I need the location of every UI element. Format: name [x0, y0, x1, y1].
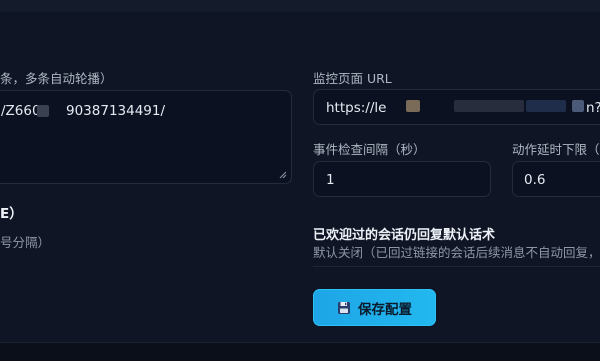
monitor-url-input[interactable]: https://le n?: [313, 89, 600, 125]
action-delay-input[interactable]: 0.6: [512, 161, 600, 197]
masked-text: [526, 100, 566, 112]
urls-textarea[interactable]: /Z6600 90387134491/: [0, 90, 292, 184]
event-interval-label: 事件检查间隔（秒）: [313, 142, 426, 157]
divider: [313, 266, 600, 267]
reply-default-desc: 默认关闭（已回过链接的会话后续消息不自动回复，: [313, 245, 600, 260]
masked-text: [406, 100, 420, 112]
masked-text: [454, 100, 524, 112]
urls-label: 条，多条自动轮播）: [0, 71, 113, 86]
event-interval-value: 1: [326, 172, 335, 188]
resize-grip-icon[interactable]: [279, 171, 287, 179]
reply-default-title: 已欢迎过的会话仍回复默认话术: [313, 228, 496, 243]
action-delay-label: 动作延时下限（: [512, 142, 600, 157]
event-interval-input[interactable]: 1: [313, 161, 491, 197]
save-config-label: 保存配置: [358, 301, 412, 318]
monitor-url-value-start: https://le: [326, 100, 387, 116]
masked-text: [37, 105, 49, 117]
floppy-disk-icon: [338, 301, 350, 314]
monitor-url-label: 监控页面 URL: [313, 71, 392, 86]
left-section-title: E）: [0, 206, 23, 222]
urls-value-part-b: 90387134491/: [66, 103, 166, 119]
left-section-desc: 号分隔）: [0, 235, 51, 250]
monitor-url-value-end: n?: [586, 100, 600, 116]
save-config-button[interactable]: 保存配置: [313, 289, 436, 326]
masked-text: [572, 100, 584, 112]
bottom-bar: [0, 342, 600, 361]
action-delay-value: 0.6: [524, 172, 546, 188]
